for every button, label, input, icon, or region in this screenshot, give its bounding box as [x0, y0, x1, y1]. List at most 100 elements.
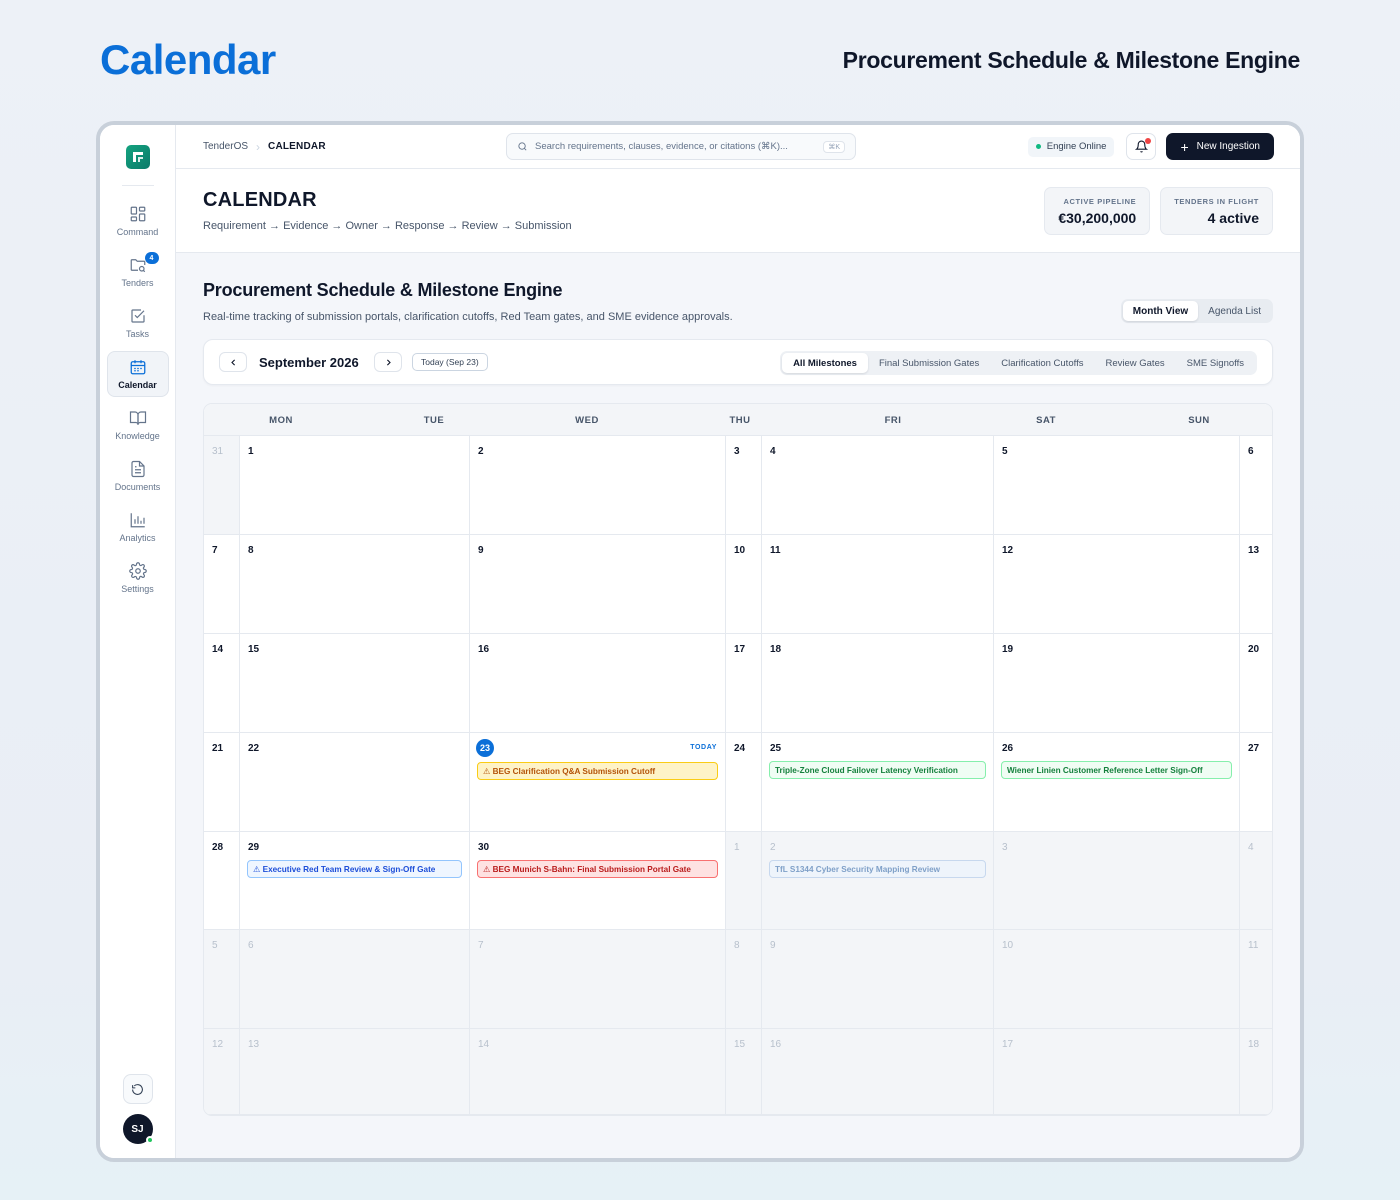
day-cell[interactable]: 17 — [994, 1029, 1240, 1115]
day-cell[interactable]: 6 — [240, 930, 470, 1029]
day-number: 12 — [1002, 545, 1014, 556]
weekday-label: TUE — [423, 415, 445, 426]
day-number: 3 — [1002, 842, 1008, 853]
next-month-button[interactable] — [374, 352, 402, 372]
day-number: 25 — [770, 743, 782, 754]
day-cell[interactable]: 8 — [240, 535, 470, 634]
sidebar-item-knowledge[interactable]: Knowledge — [107, 402, 169, 448]
day-cell[interactable]: 18 — [1240, 1029, 1272, 1115]
milestone-event[interactable]: TfL S1344 Cyber Security Mapping Review — [769, 860, 986, 878]
sidebar-item-command[interactable]: Command — [107, 198, 169, 244]
day-cell[interactable]: 21 — [204, 733, 240, 832]
day-cell[interactable]: 4 — [1240, 832, 1272, 930]
day-cell[interactable]: 17 — [726, 634, 762, 733]
day-cell[interactable]: 24 — [726, 733, 762, 832]
sidebar-item-label: Tasks — [125, 329, 149, 339]
page-title: Calendar — [100, 36, 276, 83]
day-cell[interactable]: 2 — [470, 436, 726, 535]
filter-review-gates[interactable]: Review Gates — [1094, 353, 1175, 373]
filter-clarification-cutoffs[interactable]: Clarification Cutoffs — [990, 353, 1094, 373]
sidebar-item-analytics[interactable]: Analytics — [107, 504, 169, 550]
day-cell[interactable]: 11 — [1240, 930, 1272, 1029]
sidebar: Command Tenders 4 Tasks Calendar Knowled… — [100, 125, 176, 1158]
weekday-label: THU — [729, 415, 751, 426]
prev-month-button[interactable] — [219, 352, 247, 372]
filter-sme-signoffs[interactable]: SME Signoffs — [1176, 353, 1255, 373]
refresh-button[interactable] — [122, 1074, 153, 1104]
day-cell[interactable]: 4 — [762, 436, 994, 535]
avatar-initials: SJ — [131, 1123, 144, 1135]
day-cell[interactable]: 22 — [240, 733, 470, 832]
day-cell[interactable]: 30 ⚠ BEG Munich S-Bahn: Final Submission … — [470, 832, 726, 930]
day-cell[interactable]: 1 — [726, 832, 762, 930]
day-cell[interactable]: 5 — [994, 436, 1240, 535]
day-cell[interactable]: 9 — [470, 535, 726, 634]
day-cell[interactable]: 13 — [1240, 535, 1272, 634]
sidebar-item-tenders[interactable]: Tenders 4 — [107, 249, 169, 295]
weekday-header: MON TUE WED THU FRI SAT SUN — [204, 404, 1272, 436]
day-cell[interactable]: 18 — [762, 634, 994, 733]
milestone-event[interactable]: ⚠ BEG Munich S-Bahn: Final Submission Po… — [477, 860, 718, 878]
day-cell[interactable]: 12 — [994, 535, 1240, 634]
day-cell[interactable]: 2 TfL S1344 Cyber Security Mapping Review — [762, 832, 994, 930]
day-cell[interactable]: 26 Wiener Linien Customer Reference Lette… — [994, 733, 1240, 832]
sidebar-item-settings[interactable]: Settings — [107, 555, 169, 601]
notifications-button[interactable] — [1126, 133, 1157, 160]
app-window: Command Tenders 4 Tasks Calendar Knowled… — [96, 121, 1304, 1162]
milestone-event[interactable]: ⚠ Executive Red Team Review & Sign-Off G… — [247, 860, 462, 878]
sidebar-item-calendar[interactable]: Calendar — [106, 351, 169, 397]
day-cell[interactable]: 19 — [994, 634, 1240, 733]
day-cell[interactable]: 15 — [240, 634, 470, 733]
day-cell[interactable]: 10 — [994, 930, 1240, 1029]
day-cell[interactable]: 20 — [1240, 634, 1272, 733]
day-cell[interactable]: 23 TODAY ⚠ BEG Clarification Q&A Submissio… — [470, 733, 726, 832]
day-cell[interactable]: 8 — [726, 930, 762, 1029]
sidebar-item-tasks[interactable]: Tasks — [107, 300, 169, 346]
day-cell[interactable]: 28 — [204, 832, 240, 930]
new-ingestion-button[interactable]: + New Ingestion — [1166, 133, 1274, 160]
day-cell[interactable]: 27 — [1240, 733, 1272, 832]
milestone-event[interactable]: ⚠ BEG Clarification Q&A Submission Cutof… — [477, 762, 718, 780]
day-cell[interactable]: 3 — [994, 832, 1240, 930]
main-area: TenderOS › CALENDAR Search requirements,… — [176, 125, 1300, 1158]
app-logo[interactable] — [125, 145, 150, 169]
day-cell[interactable]: 15 — [726, 1029, 762, 1115]
day-cell[interactable]: 1 — [240, 436, 470, 535]
day-cell[interactable]: 16 — [470, 634, 726, 733]
day-cell[interactable]: 14 — [204, 634, 240, 733]
sidebar-item-label: Settings — [121, 584, 154, 594]
day-cell[interactable]: 13 — [240, 1029, 470, 1115]
day-cell[interactable]: 29 ⚠ Executive Red Team Review & Sign-Off… — [240, 832, 470, 930]
day-cell[interactable]: 12 — [204, 1029, 240, 1115]
day-cell[interactable]: 25 Triple-Zone Cloud Failover Latency Ver… — [762, 733, 994, 832]
day-cell[interactable]: 16 — [762, 1029, 994, 1115]
day-number: 7 — [212, 545, 218, 556]
new-ingestion-label: New Ingestion — [1196, 141, 1260, 152]
day-cell[interactable]: 7 — [470, 930, 726, 1029]
avatar[interactable]: SJ — [122, 1114, 154, 1144]
day-cell[interactable]: 10 — [726, 535, 762, 634]
day-cell[interactable]: 6 — [1240, 436, 1272, 535]
day-cell[interactable]: 5 — [204, 930, 240, 1029]
day-cell[interactable]: 14 — [470, 1029, 726, 1115]
sidebar-item-label: Calendar — [118, 380, 157, 390]
filter-final-submission-gates[interactable]: Final Submission Gates — [868, 353, 990, 373]
day-cell[interactable]: 11 — [762, 535, 994, 634]
month-view-button[interactable]: Month View — [1122, 301, 1199, 321]
day-cell[interactable]: 9 — [762, 930, 994, 1029]
breadcrumb-root[interactable]: TenderOS — [203, 141, 248, 152]
day-cell[interactable]: 31 — [204, 436, 240, 535]
stat-value: 4 active — [1207, 209, 1259, 226]
agenda-list-button[interactable]: Agenda List — [1198, 301, 1271, 321]
filter-all-milestones[interactable]: All Milestones — [782, 353, 868, 373]
search-input[interactable]: Search requirements, clauses, evidence, … — [506, 133, 856, 160]
notification-dot — [1145, 138, 1152, 144]
day-cell[interactable]: 7 — [204, 535, 240, 634]
page-subtitle: Procurement Schedule & Milestone Engine — [842, 47, 1301, 73]
sidebar-item-documents[interactable]: Documents — [107, 453, 169, 499]
day-number: 31 — [212, 446, 224, 457]
milestone-event[interactable]: Wiener Linien Customer Reference Letter … — [1001, 761, 1232, 779]
today-button[interactable]: Today (Sep 23) — [412, 353, 488, 371]
day-cell[interactable]: 3 — [726, 436, 762, 535]
milestone-event[interactable]: Triple-Zone Cloud Failover Latency Verif… — [769, 761, 986, 779]
